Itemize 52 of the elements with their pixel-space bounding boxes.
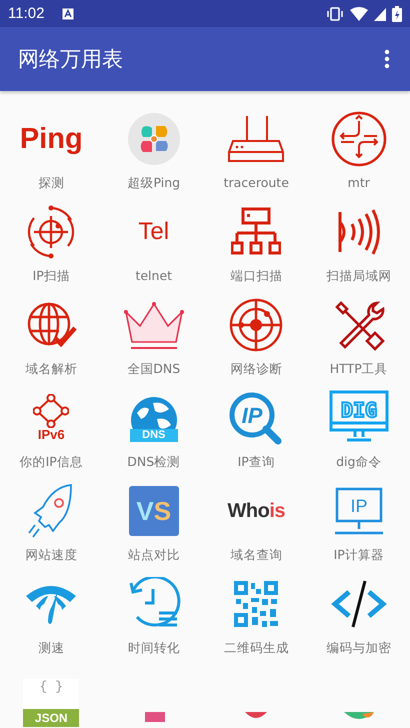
- tool-label[interactable]: 测速: [38, 640, 64, 657]
- icon-label: IP: [350, 496, 368, 516]
- vs-logo[interactable]: VS: [128, 486, 179, 536]
- tool-label[interactable]: 全国DNS: [127, 361, 180, 378]
- wifi-icon: [350, 6, 368, 20]
- tool-label[interactable]: mtr: [348, 175, 370, 190]
- tool-label[interactable]: 编码与加密: [326, 640, 392, 657]
- tool-label[interactable]: 超级Ping: [127, 175, 180, 192]
- tool-label[interactable]: telnet: [135, 268, 172, 283]
- tool-label[interactable]: IP扫描: [32, 268, 70, 285]
- icon-label: IP: [242, 403, 263, 428]
- tel-logo[interactable]: Tel: [138, 218, 170, 246]
- tool-label[interactable]: 网络诊断: [230, 361, 282, 378]
- target-icon[interactable]: [26, 204, 76, 260]
- tool-label[interactable]: dig命令: [336, 454, 382, 471]
- icon-label: DIG: [340, 398, 377, 422]
- tool-label[interactable]: 你的IP信息: [20, 454, 83, 471]
- network-icon[interactable]: [231, 207, 282, 257]
- tool-label[interactable]: 域名解析: [25, 361, 78, 378]
- tool-label[interactable]: 站点对比: [128, 547, 180, 564]
- ping-logo[interactable]: Ping: [20, 122, 83, 156]
- battery-icon: [392, 6, 402, 22]
- app-title: 网络万用表: [18, 46, 124, 73]
- router-icon[interactable]: [227, 114, 286, 164]
- tool-label[interactable]: HTTP工具: [330, 361, 388, 378]
- crown-icon[interactable]: [124, 300, 184, 350]
- flower-icon[interactable]: [128, 113, 180, 165]
- tool-label[interactable]: IP查询: [238, 454, 275, 471]
- more-icon: [384, 49, 390, 69]
- clock-time: 11:02: [8, 5, 44, 22]
- code-icon[interactable]: [330, 579, 387, 629]
- signal-icon: [374, 6, 386, 20]
- wrench-screwdriver-icon[interactable]: [332, 299, 385, 351]
- tool-label[interactable]: 网站速度: [25, 547, 78, 564]
- tool-label[interactable]: 域名查询: [230, 547, 282, 564]
- whois-logo[interactable]: Whois: [228, 500, 285, 522]
- tool-label[interactable]: 探测: [38, 175, 64, 192]
- tool-label[interactable]: 扫描局域网: [326, 268, 392, 285]
- json-logo[interactable]: { } JSON: [23, 679, 80, 727]
- tool-label[interactable]: DNS检测: [127, 454, 180, 471]
- tool-label[interactable]: traceroute: [224, 175, 289, 190]
- tool-label[interactable]: 端口扫描: [230, 268, 282, 285]
- arrows-icon[interactable]: [330, 111, 387, 167]
- globe-check-icon[interactable]: [25, 300, 78, 350]
- notification-icon: [62, 8, 74, 20]
- radar-icon[interactable]: [229, 298, 284, 352]
- tool-label[interactable]: 时间转化: [128, 640, 180, 657]
- tool-label[interactable]: 二维码生成: [224, 640, 289, 657]
- signal-waves-icon[interactable]: [336, 208, 382, 256]
- tool-label[interactable]: IP计算器: [334, 547, 384, 564]
- qr-code-icon[interactable]: [234, 581, 278, 627]
- vibrate-icon: [326, 6, 344, 20]
